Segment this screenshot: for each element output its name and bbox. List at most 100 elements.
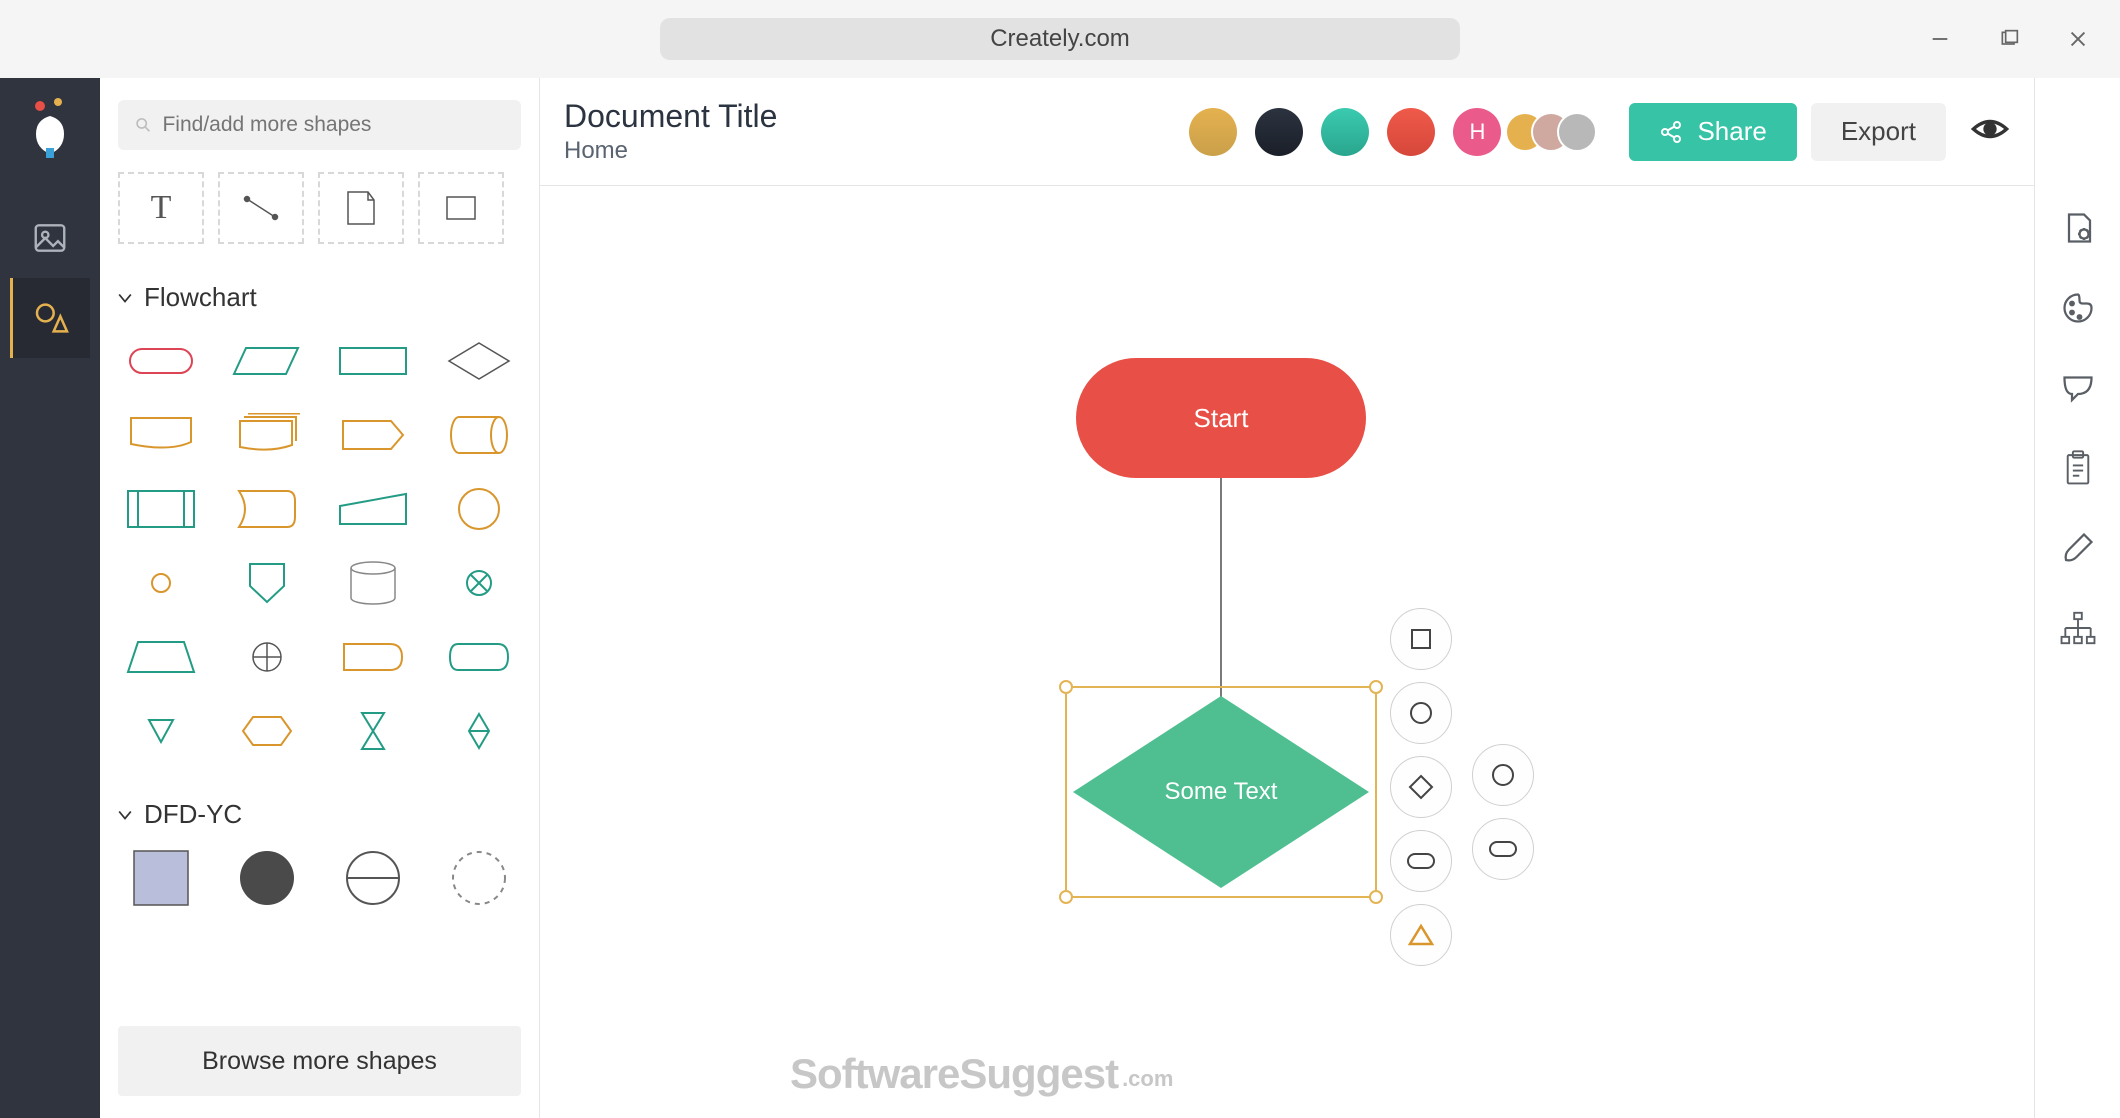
shape-panel: T Flowchart (100, 78, 540, 1118)
right-rail (2034, 78, 2120, 1118)
sitemap-icon[interactable] (2058, 608, 2098, 648)
section-dfd-header[interactable]: DFD-YC (118, 799, 521, 830)
avatar-cluster[interactable] (1519, 112, 1597, 152)
breadcrumb[interactable]: Home (564, 137, 777, 165)
page-tool[interactable] (318, 172, 404, 244)
shape-hexagon[interactable] (224, 701, 310, 761)
shape-square-filled[interactable] (118, 848, 204, 908)
shape-subprocess[interactable] (118, 479, 204, 539)
connector-line[interactable] (1220, 478, 1222, 718)
shape-diamond[interactable] (436, 331, 522, 391)
suggest-circle[interactable] (1390, 682, 1452, 744)
maximize-icon[interactable] (1997, 27, 2021, 51)
line-tool[interactable] (218, 172, 304, 244)
shape-small-circle[interactable] (118, 553, 204, 613)
section-dfd-title: DFD-YC (144, 799, 242, 830)
shape-crosshair[interactable] (224, 627, 310, 687)
canvas[interactable]: Start Some Text (540, 186, 2034, 1118)
shape-rounded-rect[interactable] (330, 627, 416, 687)
comment-icon[interactable] (2058, 368, 2098, 408)
app-logo-icon[interactable] (28, 98, 72, 158)
left-rail (0, 78, 100, 1118)
section-flowchart-title: Flowchart (144, 282, 257, 313)
shape-trapezoid[interactable] (118, 627, 204, 687)
flowchart-shape-grid (118, 331, 521, 761)
share-label: Share (1697, 116, 1766, 147)
shape-dashed-circle[interactable] (436, 848, 522, 908)
resize-handle-se[interactable] (1369, 890, 1383, 904)
shape-display[interactable] (436, 627, 522, 687)
collaborator-avatars: H (1189, 108, 1597, 156)
shape-card[interactable] (118, 405, 204, 465)
shape-crossed-circle[interactable] (436, 553, 522, 613)
shape-triangle-down[interactable] (118, 701, 204, 761)
shape-half-circle[interactable] (330, 848, 416, 908)
rect-tool[interactable] (418, 172, 504, 244)
resize-handle-ne[interactable] (1369, 680, 1383, 694)
contextual-shape-suggestions (1390, 608, 1452, 966)
contextual-shape-suggestions-2 (1472, 744, 1534, 880)
dfd-shape-grid (118, 848, 521, 908)
shape-stacked-card[interactable] (224, 405, 310, 465)
shape-search-input[interactable] (162, 113, 505, 137)
shape-cylinder-v[interactable] (330, 553, 416, 613)
brush-icon[interactable] (2058, 528, 2098, 568)
avatar[interactable] (1321, 108, 1369, 156)
watermark-ext: .com (1122, 1066, 1173, 1092)
shape-circle[interactable] (436, 479, 522, 539)
browser-chrome: Creately.com (0, 0, 2120, 78)
shape-rounded-card[interactable] (224, 479, 310, 539)
shapes-library-tab[interactable] (10, 278, 90, 358)
palette-icon[interactable] (2058, 288, 2098, 328)
shape-hourglass[interactable] (330, 701, 416, 761)
suggest-pill[interactable] (1390, 830, 1452, 892)
shape-tag[interactable] (330, 405, 416, 465)
image-library-tab[interactable] (10, 198, 90, 278)
shape-rectangle[interactable] (330, 331, 416, 391)
shape-shield[interactable] (224, 553, 310, 613)
text-tool[interactable]: T (118, 172, 204, 244)
watermark: SoftwareSuggest .com (790, 1050, 1173, 1098)
center-area: Document Title Home H (540, 78, 2034, 1118)
document-header: Document Title Home H (540, 78, 2034, 186)
shape-diamond-small[interactable] (436, 701, 522, 761)
chevron-down-icon (118, 291, 132, 305)
watermark-brand: SoftwareSuggest (790, 1050, 1118, 1098)
section-flowchart-header[interactable]: Flowchart (118, 282, 521, 313)
close-icon[interactable] (2066, 27, 2090, 51)
clipboard-icon[interactable] (2058, 448, 2098, 488)
quick-tools-row: T (118, 172, 521, 244)
resize-handle-sw[interactable] (1059, 890, 1073, 904)
shape-circle-filled[interactable] (224, 848, 310, 908)
window-controls (1928, 27, 2090, 51)
suggest-pill-2[interactable] (1472, 818, 1534, 880)
doc-settings-icon[interactable] (2058, 208, 2098, 248)
suggest-square[interactable] (1390, 608, 1452, 670)
shape-search[interactable] (118, 100, 521, 150)
avatar[interactable] (1387, 108, 1435, 156)
avatar-initial[interactable]: H (1453, 108, 1501, 156)
suggest-diamond[interactable] (1390, 756, 1452, 818)
share-icon (1659, 120, 1683, 144)
shape-parallelogram[interactable] (224, 331, 310, 391)
preview-icon[interactable] (1970, 109, 2010, 154)
export-button[interactable]: Export (1811, 103, 1946, 161)
search-icon (134, 115, 152, 135)
url-bar[interactable]: Creately.com (660, 18, 1460, 60)
suggest-triangle[interactable] (1390, 904, 1452, 966)
resize-handle-nw[interactable] (1059, 680, 1073, 694)
chevron-down-icon (118, 808, 132, 822)
shape-cylinder-h[interactable] (436, 405, 522, 465)
minimize-icon[interactable] (1928, 27, 1952, 51)
share-button[interactable]: Share (1629, 103, 1796, 161)
shape-terminator[interactable] (118, 331, 204, 391)
avatar[interactable] (1189, 108, 1237, 156)
decision-node-label: Some Text (1165, 778, 1278, 806)
document-title[interactable]: Document Title (564, 98, 777, 135)
avatar[interactable] (1255, 108, 1303, 156)
browse-more-shapes-button[interactable]: Browse more shapes (118, 1026, 521, 1096)
decision-node[interactable]: Some Text (1073, 696, 1369, 888)
suggest-circle-2[interactable] (1472, 744, 1534, 806)
shape-manual-input[interactable] (330, 479, 416, 539)
start-node[interactable]: Start (1076, 358, 1366, 478)
